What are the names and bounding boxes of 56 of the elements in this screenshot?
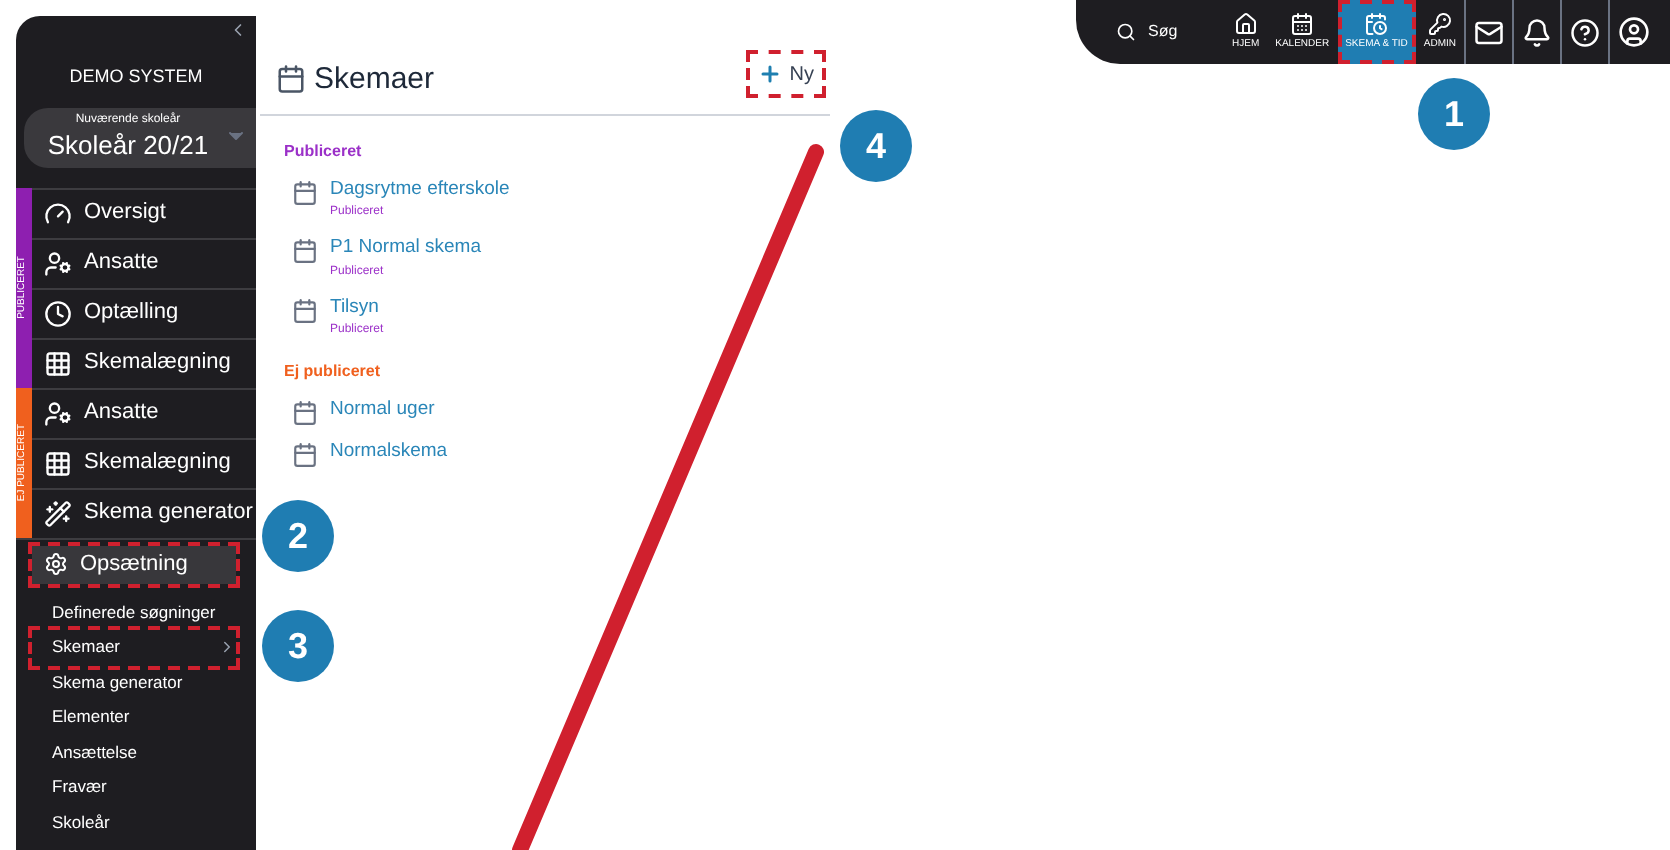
submenu-item[interactable]: Skoleår	[32, 805, 236, 840]
sidebar-item[interactable]: Oversigt	[32, 187, 256, 237]
callout-badge: 1	[1418, 78, 1490, 150]
home-icon	[1233, 11, 1258, 36]
schedule-link[interactable]: Tilsyn	[330, 293, 384, 322]
search-icon[interactable]	[1116, 22, 1136, 42]
submenu-item[interactable]: Skemaer	[32, 630, 236, 665]
callout-badge: 3	[262, 610, 334, 682]
plus-icon	[757, 62, 782, 86]
submenu-item[interactable]: Fravær	[32, 770, 236, 805]
grid-icon	[44, 349, 72, 377]
new-button[interactable]: Ny	[749, 54, 822, 94]
callout-badge: 2	[262, 500, 334, 572]
year-value: Skoleår 20/21	[47, 130, 209, 162]
schedule-link[interactable]: Dagsrytme efterskole	[330, 176, 510, 205]
submenu-item[interactable]: Skema generator	[32, 665, 236, 700]
calendar-icon	[292, 297, 318, 323]
schedule-link[interactable]: P1 Normal skema	[330, 234, 481, 263]
schedule-link[interactable]: Normalskema	[330, 437, 448, 466]
submenu-item[interactable]: Definerede søgninger	[32, 595, 236, 630]
sidebar-item[interactable]: Skemalægning	[32, 437, 256, 487]
mail-icon[interactable]	[1474, 17, 1505, 47]
calendar-icon	[276, 64, 306, 95]
calendar-icon	[292, 180, 318, 206]
grid-icon	[44, 449, 72, 477]
calendar-clock-icon	[1364, 11, 1389, 36]
sidebar-item[interactable]: Optælling	[32, 287, 256, 337]
user-gear-icon	[44, 399, 72, 427]
calendar-icon	[1290, 11, 1315, 36]
bell-icon[interactable]	[1522, 17, 1553, 47]
search-label[interactable]: Søg	[1148, 20, 1178, 44]
chevron-icon	[218, 638, 236, 657]
gauge-icon	[44, 199, 72, 227]
page-title: Skemaer	[314, 59, 435, 99]
system-name: DEMO SYSTEM	[67, 64, 205, 90]
submenu-item[interactable]: Ansættelse	[32, 735, 236, 770]
sidebar-item[interactable]: Ansatte	[32, 237, 256, 287]
help-icon[interactable]	[1570, 17, 1601, 47]
wand-icon	[44, 499, 72, 527]
section-title: Ej publiceret	[284, 359, 383, 384]
calendar-icon	[292, 441, 318, 468]
clock-icon	[44, 299, 72, 327]
user-gear-icon	[44, 249, 72, 277]
sidebar-item[interactable]: Skema generator	[32, 487, 256, 537]
calendar-icon	[292, 238, 318, 265]
calendar-icon	[292, 399, 318, 426]
sidebar-item[interactable]: Skemalægning	[32, 337, 256, 387]
setup-item[interactable]: Opsætning	[32, 545, 236, 583]
section-title: Publiceret	[284, 140, 364, 164]
settings-icon	[44, 552, 68, 576]
key-icon	[1427, 11, 1452, 36]
sidebar-item[interactable]: Ansatte	[32, 387, 256, 437]
user-icon[interactable]	[1618, 16, 1651, 48]
submenu-item[interactable]: Elementer	[32, 700, 236, 735]
callout-badge: 4	[840, 110, 912, 182]
schedule-link[interactable]: Normal uger	[330, 395, 435, 424]
